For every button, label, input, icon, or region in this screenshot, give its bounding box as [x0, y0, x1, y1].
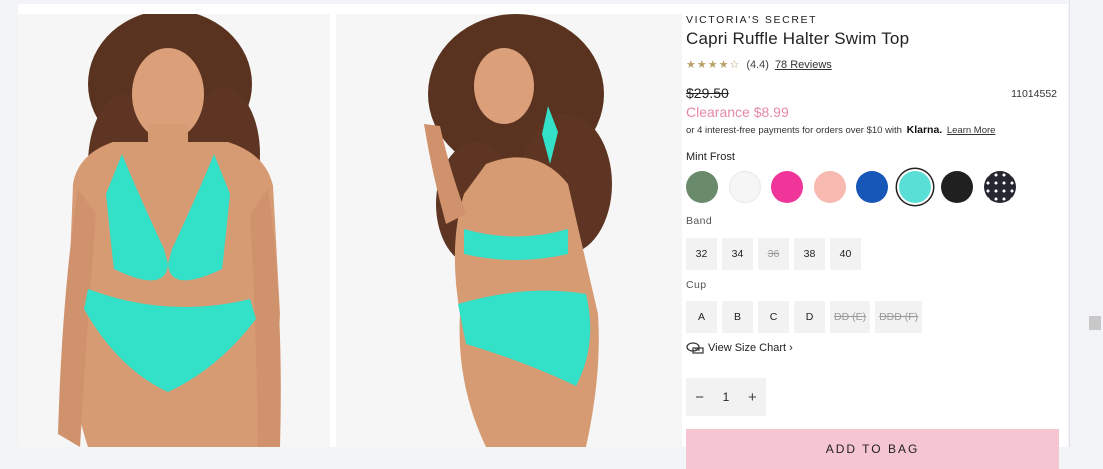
cup-label: Cup	[686, 279, 707, 291]
band-option[interactable]: 34	[722, 238, 753, 270]
cup-option[interactable]: B	[722, 301, 753, 333]
band-option[interactable]: 38	[794, 238, 825, 270]
klarna-logo: Klarna.	[906, 124, 943, 136]
band-option[interactable]: 36	[758, 238, 789, 270]
original-price: $29.50	[686, 85, 729, 101]
band-options: 32 34 36 38 40	[686, 238, 866, 270]
cup-option[interactable]: DD (E)	[830, 301, 871, 333]
color-swatches	[686, 171, 1026, 203]
cup-option[interactable]: A	[686, 301, 717, 333]
view-size-chart-label: View Size Chart ›	[708, 342, 793, 354]
cup-option[interactable]: C	[758, 301, 789, 333]
quantity-decrease-button[interactable]: −	[695, 389, 704, 406]
cup-option[interactable]: D	[794, 301, 825, 333]
color-swatch-hot-pink[interactable]	[771, 171, 803, 203]
klarna-text: or 4 interest-free payments for orders o…	[686, 125, 902, 136]
color-swatch-white[interactable]	[728, 171, 761, 203]
quantity-value[interactable]: 1	[723, 390, 730, 404]
tape-measure-icon	[686, 342, 704, 354]
band-label: Band	[686, 215, 713, 227]
add-to-bag-button[interactable]: ADD TO BAG	[686, 429, 1059, 469]
band-option[interactable]: 40	[830, 238, 861, 270]
selected-color-name: Mint Frost	[686, 151, 735, 163]
cup-options: A B C D DD (E) DDD (F)	[686, 301, 927, 333]
klarna-learn-more-link[interactable]: Learn More	[947, 125, 996, 136]
klarna-payment-info: or 4 interest-free payments for orders o…	[686, 124, 995, 136]
band-option[interactable]: 32	[686, 238, 717, 270]
quantity-stepper: − 1 +	[686, 378, 766, 416]
scrollbar-track[interactable]	[1087, 0, 1103, 447]
color-swatch-peach[interactable]	[813, 171, 846, 203]
cup-option[interactable]: DDD (F)	[875, 301, 923, 333]
product-sku: 11014552	[1011, 88, 1057, 100]
page-divider	[1069, 0, 1070, 447]
quantity-increase-button[interactable]: +	[748, 389, 757, 406]
reviews-link[interactable]: 78 Reviews	[775, 59, 832, 71]
rating-row: ★★★★☆ (4.4) 78 Reviews	[686, 58, 832, 72]
color-swatch-green[interactable]	[686, 171, 718, 203]
scrollbar-thumb[interactable]	[1089, 316, 1101, 330]
view-size-chart-link[interactable]: View Size Chart ›	[686, 342, 793, 354]
color-swatch-mint-frost[interactable]	[898, 171, 931, 203]
brand-name: VICTORIA'S SECRET	[686, 14, 818, 26]
rating-value: (4.4)	[746, 58, 769, 71]
product-photo-front[interactable]	[18, 14, 330, 447]
star-rating-icon: ★★★★☆	[686, 59, 741, 71]
product-photo-back[interactable]	[336, 14, 682, 447]
color-swatch-black[interactable]	[941, 171, 973, 203]
product-title: Capri Ruffle Halter Swim Top	[686, 29, 910, 48]
clearance-price: Clearance $8.99	[686, 104, 789, 120]
color-swatch-black-dot[interactable]	[983, 171, 1016, 203]
color-swatch-blue[interactable]	[856, 171, 888, 203]
product-card: VICTORIA'S SECRET Capri Ruffle Halter Sw…	[18, 4, 1068, 469]
